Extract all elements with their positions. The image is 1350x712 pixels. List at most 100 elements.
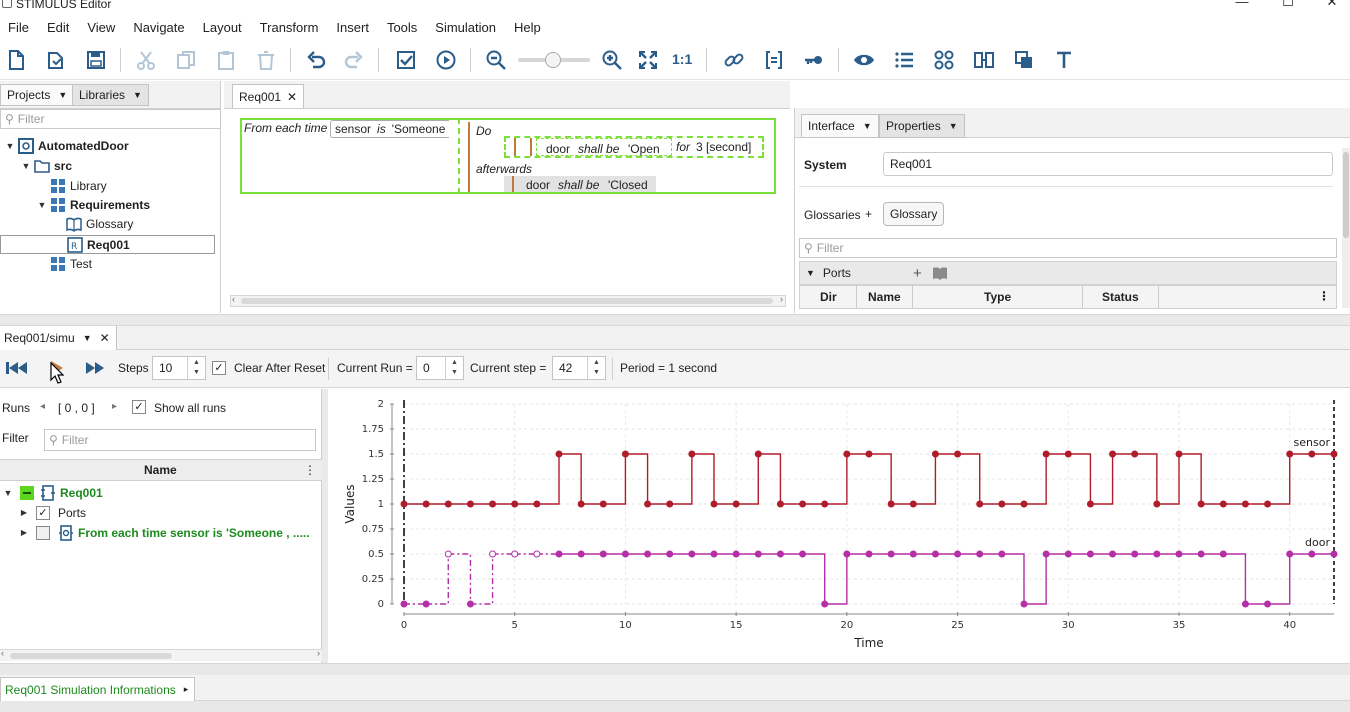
zoom-in-icon[interactable] [598, 46, 626, 74]
tree-item-test[interactable]: Test [48, 254, 92, 273]
maximize-button[interactable]: ☐ [1278, 0, 1298, 10]
paste-icon[interactable] [212, 46, 240, 74]
col-type[interactable]: Type [984, 290, 1011, 304]
run-tree-item-ports[interactable]: ▶ ✓ Ports [18, 503, 86, 522]
text-icon[interactable] [1050, 46, 1078, 74]
decrement-icon[interactable]: ▼ [451, 368, 458, 378]
scroll-left-icon[interactable]: ‹ [1, 648, 4, 658]
current-run-spinner[interactable]: 0 ▲ ▼ [416, 356, 464, 380]
increment-icon[interactable]: ▲ [451, 358, 458, 368]
tree-item-req001[interactable]: R Req001 [0, 235, 215, 254]
add-port-icon[interactable]: + [913, 265, 922, 282]
show-all-runs-checkbox[interactable]: ✓ [132, 400, 146, 414]
scroll-right-icon[interactable]: › [780, 294, 783, 304]
tree-item-automateddoor[interactable]: ▼ AutomatedDoor [4, 136, 129, 155]
step-forward-icon[interactable] [86, 361, 106, 375]
close-icon[interactable]: ✕ [287, 90, 297, 104]
book-icon[interactable] [932, 266, 948, 280]
delete-icon[interactable] [252, 46, 280, 74]
col-name[interactable]: Name [144, 463, 177, 477]
ports-checkbox[interactable]: ✓ [36, 505, 50, 520]
open-file-icon[interactable] [42, 46, 70, 74]
expand-toggle-icon[interactable]: ▶ [18, 508, 30, 517]
zoom-slider-knob[interactable] [544, 52, 561, 68]
steps-spinner[interactable]: 10 ▲ ▼ [152, 356, 206, 380]
close-icon[interactable]: ✕ [100, 331, 110, 345]
system-field[interactable]: Req001 [883, 152, 1333, 176]
tab-simulation[interactable]: Req001/simu ▼ ✕ [0, 326, 117, 350]
editor-horizontal-scrollbar[interactable]: ‹ › [230, 294, 786, 307]
save-icon[interactable] [82, 46, 110, 74]
interface-vertical-scrollbar[interactable] [1342, 148, 1350, 308]
bottom-splitter[interactable] [0, 663, 1350, 675]
increment-icon[interactable]: ▲ [593, 358, 600, 368]
glossary-button[interactable]: Glossary [883, 202, 945, 226]
clear-after-reset-checkbox[interactable]: ✓ [212, 361, 226, 375]
expand-toggle-icon[interactable]: ▼ [20, 161, 32, 171]
fit-to-screen-icon[interactable] [634, 46, 662, 74]
tab-req001[interactable]: Req001 ✕ [232, 84, 305, 108]
col-dir[interactable]: Dir [820, 290, 837, 304]
expand-toggle-icon[interactable]: ▼ [2, 488, 14, 498]
column-menu-icon[interactable]: ⋮ [304, 463, 316, 477]
expand-toggle-icon[interactable]: ▼ [36, 200, 48, 210]
brackets-icon[interactable] [760, 46, 788, 74]
expand-toggle-icon[interactable]: ▶ [18, 528, 30, 537]
tree-item-library[interactable]: Library [48, 176, 107, 195]
increment-icon[interactable]: ▲ [193, 358, 200, 368]
scrollbar-thumb[interactable] [241, 298, 773, 304]
close-window-button[interactable]: ✕ [1322, 0, 1342, 10]
runs-filter-input[interactable]: ⚲ Filter [44, 429, 316, 451]
interface-filter-input[interactable]: ⚲ Filter [799, 238, 1337, 258]
key-icon[interactable] [800, 46, 828, 74]
menu-file[interactable]: File [4, 20, 33, 35]
menu-edit[interactable]: Edit [43, 20, 73, 35]
collapse-all-icon[interactable] [20, 485, 34, 500]
list-icon[interactable] [890, 46, 918, 74]
chevron-down-icon[interactable]: ▼ [83, 333, 92, 343]
eye-icon[interactable] [850, 46, 878, 74]
col-name[interactable]: Name [868, 290, 901, 304]
requirement-checkbox[interactable]: ✓ [36, 525, 50, 540]
tree-item-glossary[interactable]: Glossary [64, 214, 133, 233]
zoom-reset-button[interactable]: 1:1 [672, 51, 692, 67]
redo-icon[interactable] [340, 46, 368, 74]
menu-insert[interactable]: Insert [332, 20, 373, 35]
condition-pill[interactable]: sensor is 'Someone [330, 120, 450, 138]
col-status[interactable]: Status [1102, 290, 1139, 304]
add-glossary-icon[interactable]: + [865, 207, 872, 221]
scrollbar-thumb[interactable] [10, 653, 172, 659]
link-icon[interactable] [720, 46, 748, 74]
check-icon[interactable] [392, 46, 420, 74]
column-menu-icon[interactable]: ⋮ [1318, 289, 1330, 303]
new-file-icon[interactable] [2, 46, 30, 74]
expand-arrow-icon[interactable]: ▸ [184, 684, 189, 695]
zoom-out-icon[interactable] [482, 46, 510, 74]
tab-projects[interactable]: Projects ▼ [0, 84, 75, 106]
reset-icon[interactable] [6, 361, 28, 375]
current-step-spinner[interactable]: 42 ▲ ▼ [552, 356, 606, 380]
run-tree-item-req001[interactable]: ▼ Req001 [2, 483, 103, 502]
decrement-icon[interactable]: ▼ [593, 368, 600, 378]
horizontal-splitter[interactable] [0, 314, 1350, 326]
minimize-button[interactable]: — [1232, 0, 1252, 10]
menu-tools[interactable]: Tools [383, 20, 421, 35]
menu-layout[interactable]: Layout [199, 20, 246, 35]
tree-item-requirements[interactable]: ▼ Requirements [36, 195, 150, 214]
components-icon[interactable] [930, 46, 958, 74]
expand-toggle-icon[interactable]: ▼ [4, 141, 16, 151]
tab-libraries[interactable]: Libraries ▼ [72, 84, 149, 106]
runs-horizontal-scrollbar[interactable]: ‹ › [0, 648, 322, 661]
previous-run-icon[interactable]: ◂ [40, 401, 45, 412]
scroll-right-icon[interactable]: › [317, 648, 320, 658]
collapse-toggle-icon[interactable]: ▼ [806, 268, 815, 278]
tab-interface[interactable]: Interface ▼ [801, 114, 879, 138]
next-run-icon[interactable]: ▸ [112, 401, 117, 412]
run-tree-item-requirement[interactable]: ▶ ✓ From each time sensor is 'Someone , … [18, 523, 310, 542]
zoom-slider[interactable] [518, 52, 590, 68]
menu-view[interactable]: View [83, 20, 119, 35]
simulate-icon[interactable] [432, 46, 460, 74]
requirement-block[interactable]: From each time sensor is 'Someone Do doo… [240, 118, 776, 194]
projects-filter-input[interactable]: ⚲ Filter [0, 109, 221, 129]
ports-section-header[interactable]: ▼ Ports + [799, 261, 1337, 285]
